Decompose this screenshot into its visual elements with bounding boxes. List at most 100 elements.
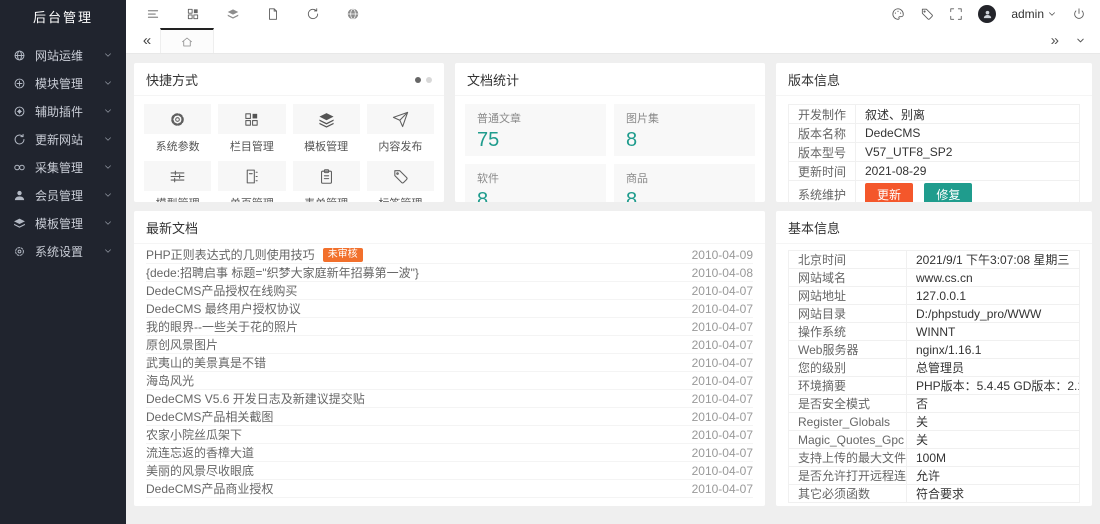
table-row: 网站地址 127.0.0.1 xyxy=(789,287,1080,305)
list-item[interactable]: 农家小院丝瓜架下 2010-04-07 xyxy=(146,426,753,444)
doc-date: 2010-04-07 xyxy=(680,392,753,406)
doc-title[interactable]: DedeCMS产品相关截图 xyxy=(146,408,273,425)
list-item[interactable]: DedeCMS V5.6 开发日志及新建议提交贴 2010-04-07 xyxy=(146,390,753,408)
doc-title[interactable]: {dede:招聘启事 标题="织梦大家庭新年招募第一波"} xyxy=(146,264,419,281)
doc-title[interactable]: 我的眼界--一些关于花的照片 xyxy=(146,318,298,335)
stat-label: 商品 xyxy=(626,170,743,186)
document-icon[interactable] xyxy=(266,7,280,21)
carousel-dot[interactable] xyxy=(426,77,432,83)
list-item[interactable]: 美丽的风景尽收眼底 2010-04-07 xyxy=(146,462,753,480)
list-item[interactable]: DedeCMS产品相关截图 2010-04-07 xyxy=(146,408,753,426)
row-value: 关 xyxy=(907,413,1080,431)
list-item[interactable]: 原创风景图片 2010-04-07 xyxy=(146,336,753,354)
doc-title[interactable]: 原创风景图片 xyxy=(146,336,218,353)
doc-title[interactable]: PHP正则表达式的几则使用技巧 xyxy=(146,246,315,263)
user-menu[interactable]: admin xyxy=(1011,7,1057,21)
doc-title[interactable]: DedeCMS产品商业授权 xyxy=(146,480,273,497)
row-label: 支持上传的最大文件 xyxy=(789,449,907,467)
doc-title[interactable]: 美丽的风景尽收眼底 xyxy=(146,462,254,479)
sidebar-item-update-site[interactable]: 更新网站 xyxy=(0,125,126,153)
power-icon[interactable] xyxy=(1072,7,1086,21)
doc-title[interactable]: DedeCMS 最终用户授权协议 xyxy=(146,300,301,317)
chevron-down-icon xyxy=(1047,9,1057,19)
shortcut-tile xyxy=(293,161,360,191)
home-icon xyxy=(181,36,193,48)
doc-title[interactable]: 农家小院丝瓜架下 xyxy=(146,426,242,443)
sidebar-item-collect[interactable]: 采集管理 xyxy=(0,153,126,181)
shortcut-label: 系统参数 xyxy=(156,138,200,154)
globe-icon[interactable] xyxy=(346,7,360,21)
shortcut-content-publish[interactable]: 内容发布 xyxy=(367,104,434,154)
shortcut-tag-manage[interactable]: 标签管理 xyxy=(367,161,434,202)
theme-palette-icon[interactable] xyxy=(891,7,905,21)
grid-add-icon[interactable] xyxy=(186,7,200,21)
expand-tabs-icon[interactable]: » xyxy=(1051,32,1059,49)
chevron-down-icon xyxy=(103,50,113,60)
stat-image-sets: 图片集 8 xyxy=(614,104,755,156)
row-label: Magic_Quotes_Gpc xyxy=(789,431,907,449)
module-icon xyxy=(13,77,26,90)
row-label: Web服务器 xyxy=(789,341,907,359)
doc-stats-card-title: 文档统计 xyxy=(455,63,765,96)
list-item[interactable]: DedeCMS产品商业授权 2010-04-07 xyxy=(146,480,753,498)
doc-title[interactable]: 流连忘返的香樟大道 xyxy=(146,444,254,461)
list-item[interactable]: 流连忘返的香樟大道 2010-04-07 xyxy=(146,444,753,462)
row-label: 开发制作 xyxy=(789,105,856,124)
carousel-dots xyxy=(415,77,432,83)
tag-icon[interactable] xyxy=(920,7,934,21)
sidebar-item-label: 模块管理 xyxy=(35,75,103,92)
list-item[interactable]: 武夷山的美景真是不错 2010-04-07 xyxy=(146,354,753,372)
doc-date: 2010-04-07 xyxy=(680,284,753,298)
list-item[interactable]: PHP正则表达式的几则使用技巧 未审核 2010-04-09 xyxy=(146,246,753,264)
shortcut-form-manage[interactable]: 表单管理 xyxy=(293,161,360,202)
shortcut-model-manage[interactable]: 模型管理 xyxy=(144,161,211,202)
sidebar-item-plugins[interactable]: 辅助插件 xyxy=(0,97,126,125)
shortcut-column-manage[interactable]: 栏目管理 xyxy=(218,104,285,154)
tab-options-chevron-icon[interactable] xyxy=(1075,35,1086,46)
stat-label: 图片集 xyxy=(626,110,743,126)
layers-icon[interactable] xyxy=(226,7,240,21)
avatar[interactable] xyxy=(978,5,996,23)
stat-value: 8 xyxy=(477,189,594,202)
table-row: 环境摘要 PHP版本：5.4.45 GD版本：2.1.0 xyxy=(789,377,1080,395)
shortcut-label: 表单管理 xyxy=(304,195,348,202)
menu-list-icon[interactable] xyxy=(146,7,160,21)
table-row: Register_Globals 关 xyxy=(789,413,1080,431)
tab-home[interactable] xyxy=(160,28,214,53)
sidebar-item-members[interactable]: 会员管理 xyxy=(0,181,126,209)
carousel-dot-active[interactable] xyxy=(415,77,421,83)
sidebar-item-settings[interactable]: 系统设置 xyxy=(0,237,126,265)
table-row: Magic_Quotes_Gpc 关 xyxy=(789,431,1080,449)
row-value: 2021-08-29 xyxy=(856,162,1080,181)
table-row: 是否安全模式 否 xyxy=(789,395,1080,413)
doc-title[interactable]: DedeCMS V5.6 开发日志及新建议提交贴 xyxy=(146,390,365,407)
collapse-tabs-icon[interactable]: « xyxy=(134,28,160,53)
latest-docs-card: 最新文档 PHP正则表达式的几则使用技巧 未审核 2010-04-09 {ded… xyxy=(134,211,765,506)
list-item[interactable]: 海岛风光 2010-04-07 xyxy=(146,372,753,390)
doc-title[interactable]: DedeCMS产品授权在线购买 xyxy=(146,282,297,299)
update-button[interactable]: 更新 xyxy=(865,183,913,202)
row-label: 更新时间 xyxy=(789,162,856,181)
doc-title[interactable]: 海岛风光 xyxy=(146,372,194,389)
fullscreen-icon[interactable] xyxy=(949,7,963,21)
row-value: DedeCMS xyxy=(856,124,1080,143)
sidebar-item-modules[interactable]: 模块管理 xyxy=(0,69,126,97)
sidebar-item-templates[interactable]: 模板管理 xyxy=(0,209,126,237)
refresh-icon[interactable] xyxy=(306,7,320,21)
doc-date: 2010-04-07 xyxy=(680,356,753,370)
shortcut-system-params[interactable]: 系统参数 xyxy=(144,104,211,154)
tab-bar: « » xyxy=(126,28,1100,54)
stat-normal-articles: 普通文章 75 xyxy=(465,104,606,156)
list-item[interactable]: DedeCMS产品授权在线购买 2010-04-07 xyxy=(146,282,753,300)
repair-button[interactable]: 修复 xyxy=(924,183,972,202)
doc-title[interactable]: 武夷山的美景真是不错 xyxy=(146,354,266,371)
list-item[interactable]: 我的眼界--一些关于花的照片 2010-04-07 xyxy=(146,318,753,336)
list-item[interactable]: DedeCMS 最终用户授权协议 2010-04-07 xyxy=(146,300,753,318)
chevron-down-icon xyxy=(103,162,113,172)
doc-date: 2010-04-09 xyxy=(680,248,753,262)
sidebar-item-site-ops[interactable]: 网站运维 xyxy=(0,41,126,69)
row-value: 符合要求 xyxy=(907,485,1080,503)
shortcut-template-manage[interactable]: 模板管理 xyxy=(293,104,360,154)
shortcut-single-page[interactable]: 单页管理 xyxy=(218,161,285,202)
list-item[interactable]: {dede:招聘启事 标题="织梦大家庭新年招募第一波"} 2010-04-08 xyxy=(146,264,753,282)
